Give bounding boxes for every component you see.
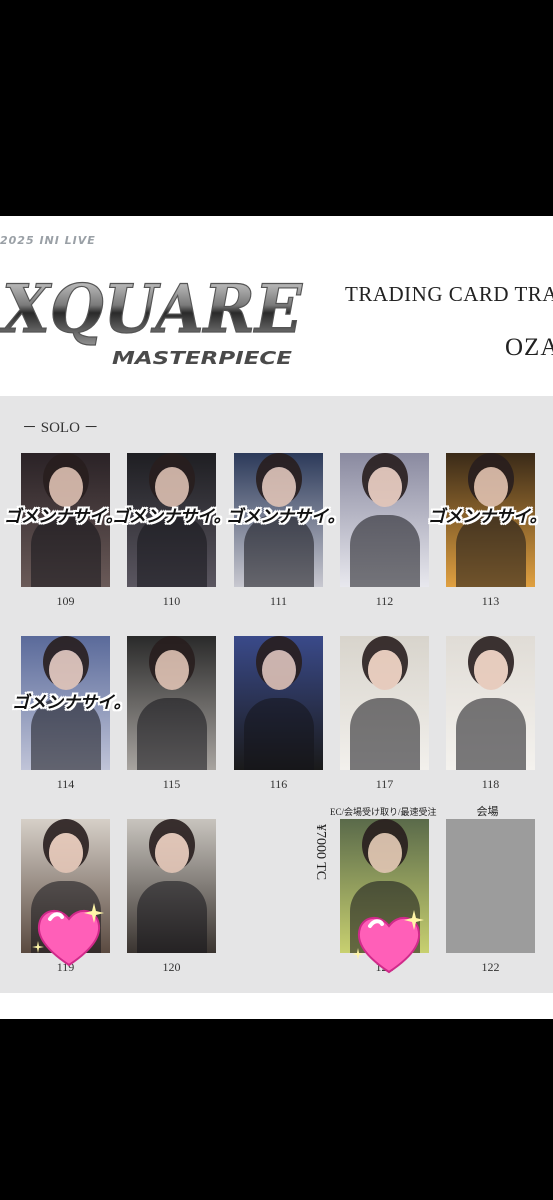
xquare-logo: XQUARE MASTERPIECE — [0, 269, 304, 369]
card-photo-116 — [234, 636, 323, 770]
card-number: 116 — [269, 777, 288, 791]
sorry-sticker: ゴメンナサイ。 — [112, 507, 231, 527]
sheet-header: 2025 INI LIVE XQUARE MASTERPIECE TRADING… — [0, 216, 553, 396]
trade-sheet: 2025 INI LIVE XQUARE MASTERPIECE TRADING… — [0, 216, 553, 1019]
card-photo-112 — [340, 453, 429, 587]
card-number: 115 — [162, 777, 181, 791]
portrait-silhouette — [474, 467, 508, 507]
portrait-body — [244, 698, 314, 770]
card-number: 118 — [481, 777, 500, 791]
sorry-sticker: ゴメンナサイ。 — [4, 507, 123, 527]
portrait-silhouette — [49, 467, 83, 507]
card-number: 113 — [481, 594, 500, 608]
card-number: 111 — [269, 594, 288, 608]
card-number: 117 — [375, 777, 394, 791]
portrait-body — [350, 698, 420, 770]
portrait-silhouette — [368, 833, 402, 873]
venue-label: 会場 — [476, 806, 499, 818]
portrait-silhouette — [368, 467, 402, 507]
logo-script-text: MASTERPIECE — [112, 348, 293, 369]
portrait-silhouette — [368, 650, 402, 690]
card-number: 112 — [375, 594, 394, 608]
portrait-body — [137, 698, 207, 770]
portrait-silhouette — [155, 833, 189, 873]
heart-sticker-icon — [32, 903, 104, 967]
card-number: 120 — [162, 960, 181, 974]
section-label: － SOLO － — [22, 420, 99, 436]
portrait-silhouette — [474, 650, 508, 690]
portrait-silhouette — [49, 650, 83, 690]
card-photo-117 — [340, 636, 429, 770]
portrait-body — [137, 881, 207, 953]
bottom-black-band — [0, 1019, 553, 1200]
logo-main-text: XQUARE — [0, 270, 304, 348]
portrait-body — [350, 515, 420, 587]
portrait-silhouette — [155, 467, 189, 507]
card-photo-122 — [446, 819, 535, 953]
card-number: 122 — [481, 960, 500, 974]
card-grid: － SOLO － 109 110 111 112 113 114 115 116 117 118 1… — [0, 396, 553, 993]
portrait-silhouette — [155, 650, 189, 690]
portrait-body — [456, 698, 526, 770]
member-name: OZAKI — [505, 334, 553, 361]
card-photo-118 — [446, 636, 535, 770]
sheet-title: TRADING CARD TRADE — [345, 282, 553, 306]
sorry-sticker: ゴメンナサイ。 — [226, 507, 345, 527]
sorry-sticker: ゴメンナサイ。 — [428, 507, 547, 527]
sorry-sticker: ゴメンナサイ。 — [12, 693, 131, 713]
price-note: ¥7000 TC — [313, 824, 328, 881]
card-photo-115 — [127, 636, 216, 770]
portrait-silhouette — [262, 467, 296, 507]
portrait-silhouette — [49, 833, 83, 873]
portrait-silhouette — [262, 650, 296, 690]
ec-pickup-label: EC/会場受け取り/最速受注 — [330, 807, 437, 817]
card-number: 110 — [162, 594, 181, 608]
heart-sticker-icon — [352, 910, 424, 974]
card-number: 114 — [56, 777, 75, 791]
card-photo-120 — [127, 819, 216, 953]
card-number: 109 — [56, 594, 75, 608]
